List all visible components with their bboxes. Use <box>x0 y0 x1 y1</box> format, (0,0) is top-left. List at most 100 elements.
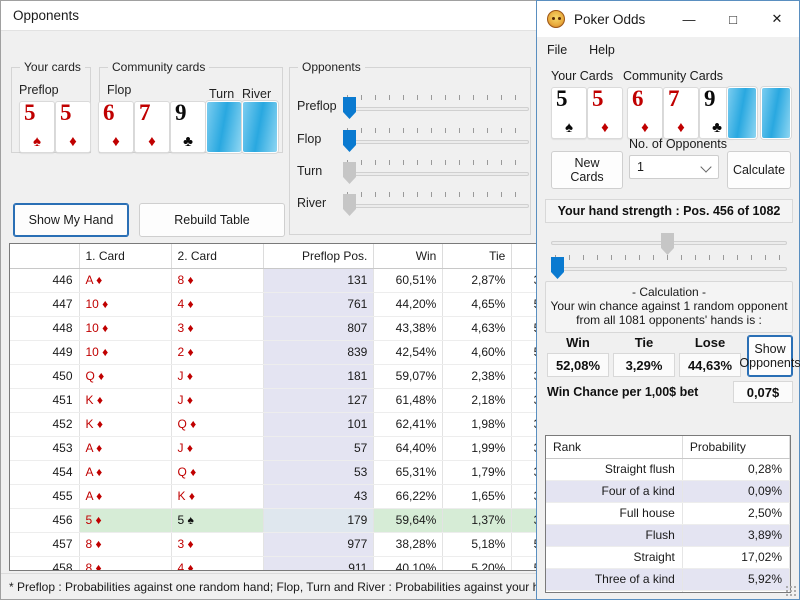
rank-header-row: Rank Probability <box>546 436 790 459</box>
rank-row[interactable]: Flush 3,89% <box>546 524 790 547</box>
dialog-community-card-2[interactable]: 7 ♦ <box>663 86 699 139</box>
river-card-back[interactable] <box>242 101 278 153</box>
rebuild-table-button[interactable]: Rebuild Table <box>139 203 285 237</box>
opponents-count-value: 1 <box>637 160 644 174</box>
col-rank[interactable]: Rank <box>546 436 683 459</box>
cell-tie: 2,18% <box>442 388 513 413</box>
col-tie[interactable]: Tie <box>442 244 513 269</box>
slider-thumb-turn[interactable] <box>343 162 356 184</box>
slider-rail <box>551 267 787 271</box>
cell-card-1-value: A ♦ <box>85 441 103 455</box>
cell-card-2-value: 4 ♦ <box>177 297 194 311</box>
community-card-3[interactable]: 9 ♣ <box>170 100 206 153</box>
resize-grip[interactable] <box>785 585 797 597</box>
community-card-2-suit: ♦ <box>148 133 156 150</box>
col-win[interactable]: Win <box>373 244 444 269</box>
community-card-1-rank: 6 <box>103 100 115 125</box>
cell-preflop-pos: 179 <box>263 508 375 533</box>
col-preflop-pos[interactable]: Preflop Pos. <box>263 244 375 269</box>
hand-strength-thumb[interactable] <box>661 233 674 255</box>
cell-tie: 5,18% <box>442 532 513 557</box>
opponent-range-thumb[interactable] <box>551 257 564 279</box>
your-card-2-rank: 5 <box>60 100 72 125</box>
opponents-slider-turn[interactable] <box>341 158 531 184</box>
show-my-hand-button[interactable]: Show My Hand <box>13 203 129 237</box>
rank-probability-table[interactable]: Rank Probability Straight flush 0,28% Four… <box>545 435 791 593</box>
preflop-label: Preflop <box>19 83 59 97</box>
bet-label: Win Chance per 1,00$ bet <box>547 385 699 399</box>
show-opponents-button[interactable]: Show Opponents <box>739 335 800 377</box>
rank-row[interactable]: Four of a kind 0,09% <box>546 480 790 503</box>
dialog-title: Poker Odds <box>574 11 646 27</box>
community-card-2[interactable]: 7 ♦ <box>134 100 170 153</box>
opponents-slider-preflop[interactable] <box>341 93 531 119</box>
cell-card-2: J ♦ <box>171 388 264 413</box>
community-card-1[interactable]: 6 ♦ <box>98 100 134 153</box>
cell-tie: 4,60% <box>442 340 513 365</box>
dialog-turn-card-back[interactable] <box>727 87 757 139</box>
your-card-1[interactable]: 5 ♠ <box>19 100 55 153</box>
slider-thumb-flop[interactable] <box>343 130 356 152</box>
dialog-river-card-back[interactable] <box>761 87 791 139</box>
show-opponents-line-2: Opponents <box>739 356 800 370</box>
opponents-count-label: No. of Opponents <box>629 137 727 151</box>
cell-index: 458 <box>10 556 80 570</box>
turn-card-back[interactable] <box>206 101 242 153</box>
cell-preflop-pos: 839 <box>263 340 375 365</box>
cell-index: 452 <box>10 412 80 437</box>
dialog-community-card-1[interactable]: 6 ♦ <box>627 86 663 139</box>
minimize-button[interactable]: — <box>667 2 711 36</box>
rank-row[interactable]: Three of a kind 5,92% <box>546 568 790 591</box>
opponents-slider-flop[interactable] <box>341 126 531 152</box>
cell-preflop-pos: 43 <box>263 484 375 509</box>
rank-row[interactable]: Straight 17,02% <box>546 546 790 569</box>
opponents-count-select[interactable]: 1 <box>629 155 719 179</box>
cell-card-2-value: Q ♦ <box>177 465 197 479</box>
col-probability[interactable]: Probability <box>682 436 790 459</box>
dialog-your-card-2[interactable]: 5 ♦ <box>587 86 623 139</box>
community-card-3-suit: ♣ <box>183 133 193 150</box>
slider-label-preflop: Preflop <box>297 99 337 113</box>
calculate-button[interactable]: Calculate <box>727 151 791 189</box>
bet-value: 0,07$ <box>733 381 793 403</box>
dialog-your-card-1[interactable]: 5 ♠ <box>551 86 587 139</box>
hand-strength-slider[interactable] <box>549 227 789 255</box>
cell-card-1: 10 ♦ <box>79 316 172 341</box>
rank-probability: 5,92% <box>682 568 790 591</box>
cell-card-1: A ♦ <box>79 484 172 509</box>
slider-thumb-preflop[interactable] <box>343 97 356 119</box>
rank-row[interactable]: Full house 2,50% <box>546 502 790 525</box>
cell-preflop-pos: 807 <box>263 316 375 341</box>
col-card-1[interactable]: 1. Card <box>79 244 172 269</box>
cell-card-2: 2 ♦ <box>171 340 264 365</box>
slider-thumb-river[interactable] <box>343 194 356 216</box>
opponents-slider-river[interactable] <box>341 190 531 216</box>
rank-row[interactable]: Straight flush 0,28% <box>546 458 790 481</box>
new-cards-button[interactable]: New Cards <box>551 151 623 189</box>
community-card-3-rank: 9 <box>175 100 187 125</box>
cell-card-1-value: 8 ♦ <box>85 561 102 571</box>
cell-card-2-value: J ♦ <box>177 393 193 407</box>
rank-name: Straight flush <box>546 458 683 481</box>
your-card-2[interactable]: 5 ♦ <box>55 100 91 153</box>
flop-label: Flop <box>107 83 132 97</box>
win-label: Win <box>566 335 590 350</box>
cell-card-2-value: 5 ♠ <box>177 513 194 527</box>
cell-index: 455 <box>10 484 80 509</box>
cell-index: 448 <box>10 316 80 341</box>
cell-card-1-value: A ♦ <box>85 273 103 287</box>
menu-item-help[interactable]: Help <box>589 43 615 57</box>
maximize-button[interactable]: □ <box>711 2 755 36</box>
col-index[interactable] <box>10 244 80 269</box>
slider-ticks <box>347 126 529 133</box>
menu-item-file[interactable]: File <box>547 43 567 57</box>
cell-card-1-value: 10 ♦ <box>85 321 109 335</box>
cell-card-2: 4 ♦ <box>171 556 264 570</box>
col-card-2[interactable]: 2. Card <box>171 244 264 269</box>
opponent-range-slider[interactable] <box>549 253 789 279</box>
rank-row[interactable]: Two pairs32,84% <box>546 590 790 592</box>
close-button[interactable]: ✕ <box>755 2 799 36</box>
cell-preflop-pos: 53 <box>263 460 375 485</box>
community-card-1-suit: ♦ <box>112 133 120 150</box>
cell-card-2: 3 ♦ <box>171 316 264 341</box>
